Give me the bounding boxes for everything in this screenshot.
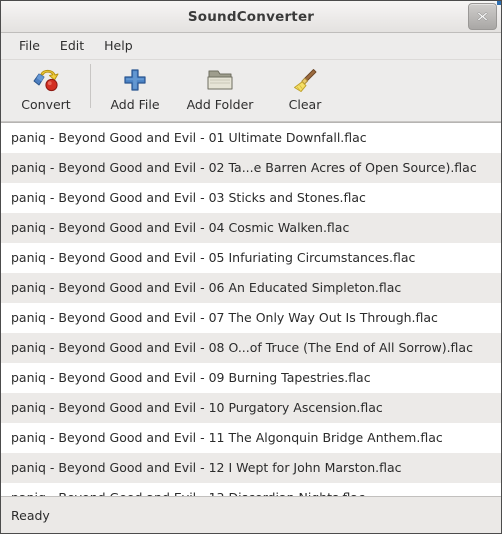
menu-item-edit[interactable]: Edit xyxy=(51,36,93,56)
add-file-label: Add File xyxy=(110,97,160,112)
add-folder-label: Add Folder xyxy=(186,97,254,112)
file-list-row[interactable]: paniq - Beyond Good and Evil - 03 Sticks… xyxy=(1,183,501,213)
file-list-row[interactable]: paniq - Beyond Good and Evil - 13 Discor… xyxy=(1,483,501,496)
soundconverter-window: SoundConverter File Edit Help Convert Ad… xyxy=(0,0,502,534)
file-list-row[interactable]: paniq - Beyond Good and Evil - 02 Ta...e… xyxy=(1,153,501,183)
menu-item-file[interactable]: File xyxy=(10,36,49,56)
folder-icon xyxy=(206,65,234,95)
file-list-row[interactable]: paniq - Beyond Good and Evil - 06 An Edu… xyxy=(1,273,501,303)
clear-button[interactable]: Clear xyxy=(266,60,344,118)
file-list-row[interactable]: paniq - Beyond Good and Evil - 05 Infuri… xyxy=(1,243,501,273)
add-file-button[interactable]: Add File xyxy=(96,60,174,118)
add-folder-button[interactable]: Add Folder xyxy=(174,60,266,118)
title-bar: SoundConverter xyxy=(1,1,501,33)
convert-icon xyxy=(31,65,61,95)
file-list-row[interactable]: paniq - Beyond Good and Evil - 09 Burnin… xyxy=(1,363,501,393)
file-list-row[interactable]: paniq - Beyond Good and Evil - 11 The Al… xyxy=(1,423,501,453)
toolbar: Convert Add File Add Folder Clear xyxy=(1,60,501,122)
file-list-row[interactable]: paniq - Beyond Good and Evil - 08 O...of… xyxy=(1,333,501,363)
menu-bar: File Edit Help xyxy=(1,33,501,60)
file-list-row[interactable]: paniq - Beyond Good and Evil - 01 Ultima… xyxy=(1,123,501,153)
clear-label: Clear xyxy=(288,97,322,112)
toolbar-separator xyxy=(90,64,91,108)
file-list-row[interactable]: paniq - Beyond Good and Evil - 04 Cosmic… xyxy=(1,213,501,243)
plus-icon xyxy=(122,65,148,95)
status-text: Ready xyxy=(11,507,50,523)
file-list-row[interactable]: paniq - Beyond Good and Evil - 12 I Wept… xyxy=(1,453,501,483)
file-list[interactable]: paniq - Beyond Good and Evil - 01 Ultima… xyxy=(1,122,501,496)
menu-item-help[interactable]: Help xyxy=(95,36,142,56)
broom-icon xyxy=(291,65,319,95)
file-list-row[interactable]: paniq - Beyond Good and Evil - 10 Purgat… xyxy=(1,393,501,423)
convert-label: Convert xyxy=(21,97,71,112)
close-icon xyxy=(477,11,488,22)
corner-accent xyxy=(497,1,501,5)
convert-button[interactable]: Convert xyxy=(7,60,85,118)
close-button[interactable] xyxy=(468,3,497,30)
file-list-row[interactable]: paniq - Beyond Good and Evil - 07 The On… xyxy=(1,303,501,333)
status-bar: Ready xyxy=(1,496,501,533)
window-title: SoundConverter xyxy=(187,8,315,25)
